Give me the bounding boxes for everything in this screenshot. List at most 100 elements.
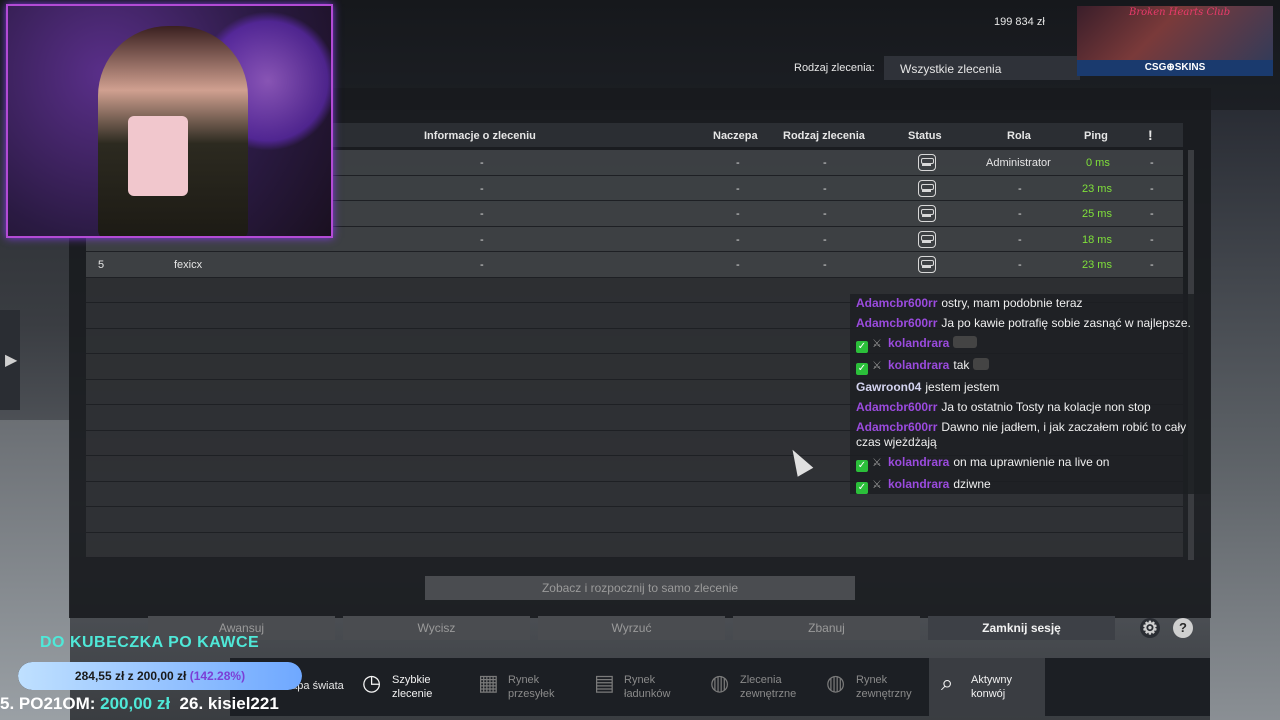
row-flag: - bbox=[1150, 182, 1154, 195]
sponsor-club-text: Broken Hearts Club bbox=[1129, 7, 1231, 18]
row-trailer: - bbox=[736, 182, 740, 195]
donation-current: 284,55 zł bbox=[74, 669, 125, 683]
emote-icon bbox=[972, 358, 989, 370]
row-info: - bbox=[480, 182, 484, 195]
sword-badge-icon: ⚔ bbox=[872, 457, 882, 469]
donation-progress-bar: 284,55 zł z 200,00 zł (142.28%) bbox=[18, 662, 302, 690]
chat-user: kolandrara bbox=[888, 358, 950, 372]
nav-active-convoy[interactable]: ⌕ Aktywny konwój bbox=[929, 658, 1045, 716]
chat-message: ✓ ⚔ kolandrara tak bbox=[856, 358, 1204, 375]
nav-freight-market[interactable]: ▦ Rynek przesyłek bbox=[466, 658, 582, 716]
row-info: - bbox=[480, 157, 484, 169]
money-balance: 199 834 zł bbox=[994, 16, 1045, 28]
row-ping: 23 ms bbox=[1082, 182, 1112, 195]
row-type: - bbox=[823, 233, 827, 246]
row-type: - bbox=[823, 157, 827, 169]
chat-user: Gawroon04 bbox=[856, 380, 922, 394]
row-num: 5 bbox=[98, 259, 105, 271]
col-alert: ! bbox=[1148, 127, 1153, 143]
row-trailer: - bbox=[736, 233, 740, 246]
col-order-type: Rodzaj zlecenia bbox=[783, 130, 865, 142]
row-ping: 23 ms bbox=[1082, 259, 1112, 271]
row-flag: - bbox=[1150, 259, 1154, 271]
scenery-right bbox=[1210, 80, 1280, 720]
nav-label: Szybkie zlecenie bbox=[392, 674, 433, 700]
check-badge-icon: ✓ bbox=[856, 341, 868, 353]
chat-message: Adamcbr600rr Ja to ostatnio Tosty na kola… bbox=[856, 400, 1204, 415]
row-type: - bbox=[823, 182, 827, 195]
nav-label: Aktywny konwój bbox=[971, 674, 1012, 700]
emote-icon bbox=[953, 336, 978, 348]
table-row[interactable]: 5 fexicx - - - - 23 ms - bbox=[86, 252, 1183, 278]
chat-user: kolandrara bbox=[888, 455, 950, 469]
row-role: Administrator bbox=[986, 157, 1051, 169]
truck-status-icon bbox=[918, 154, 936, 171]
order-type-select[interactable]: Wszystkie zlecenia bbox=[884, 56, 1080, 80]
chat-message: Adamcbr600rr Ja po kawie potrafię sobie z… bbox=[856, 316, 1204, 331]
kick-button[interactable]: Wyrzuć bbox=[538, 616, 725, 640]
truck-status-icon bbox=[918, 205, 936, 222]
side-expand-tab[interactable]: ▶ bbox=[0, 310, 20, 410]
row-role: - bbox=[1018, 208, 1022, 220]
row-flag: - bbox=[1150, 208, 1154, 220]
chat-user: kolandrara bbox=[888, 336, 950, 350]
donation-percent: (142.28%) bbox=[189, 669, 246, 683]
chat-message: ✓ ⚔ kolandrara dziwne bbox=[856, 477, 1204, 494]
mug bbox=[128, 116, 188, 196]
row-ping: 18 ms bbox=[1082, 233, 1112, 246]
row-type: - bbox=[823, 208, 827, 220]
chat-user: Adamcbr600rr bbox=[856, 420, 938, 434]
gear-icon[interactable]: ⚙ bbox=[1140, 618, 1160, 638]
col-info: Informacje o zleceniu bbox=[424, 130, 536, 142]
nav-external-orders[interactable]: ◍ Zlecenia zewnętrzne bbox=[698, 658, 814, 716]
mute-button[interactable]: Wycisz bbox=[343, 616, 530, 640]
row-info: - bbox=[480, 233, 484, 246]
chat-text: ostry, mam podobnie teraz bbox=[941, 296, 1083, 310]
col-role: Rola bbox=[1007, 130, 1031, 142]
ban-button[interactable]: Zbanuj bbox=[733, 616, 920, 640]
ticker-entry-1: 5. PO21OM: bbox=[0, 694, 101, 713]
globe-icon: ◍ bbox=[710, 670, 730, 695]
row-ping: 0 ms bbox=[1086, 157, 1110, 169]
row-info: - bbox=[480, 259, 484, 271]
chat-message: ✓ ⚔ kolandrara on ma uprawnienie na live on bbox=[856, 455, 1204, 472]
chat-message: Gawroon04 jestem jestem bbox=[856, 380, 1204, 395]
streamer-webcam bbox=[6, 4, 333, 238]
stream-chat: Adamcbr600rr ostry, mam podobnie teraz Ad… bbox=[850, 294, 1210, 494]
sponsor-banner: Broken Hearts Club CSG⊕SKINS bbox=[1077, 6, 1273, 76]
nav-external-market[interactable]: ◍ Rynek zewnętrzny bbox=[814, 658, 930, 716]
nav-quick-order[interactable]: ◷ Szybkie zlecenie bbox=[350, 658, 466, 716]
chat-message: Adamcbr600rr ostry, mam podobnie teraz bbox=[856, 296, 1204, 311]
view-same-order-button[interactable]: Zobacz i rozpocznij to samo zlecenie bbox=[425, 576, 855, 600]
chat-user: Adamcbr600rr bbox=[856, 296, 938, 310]
nav-label: Rynek ładunków bbox=[624, 674, 671, 700]
row-trailer: - bbox=[736, 259, 740, 271]
row-flag: - bbox=[1150, 157, 1154, 169]
crate-icon: ▤ bbox=[594, 670, 615, 695]
nav-label: Rynek przesyłek bbox=[508, 674, 555, 700]
row-flag: - bbox=[1150, 233, 1154, 246]
donation-goal-title: DO KUBECZKA PO KAWCE bbox=[40, 634, 260, 651]
chat-text: dziwne bbox=[953, 477, 991, 491]
donation-ticker: 5. PO21OM: 200,00 zł 26. kisiel221 bbox=[0, 694, 312, 718]
chat-message: Adamcbr600rr Dawno nie jadłem, i jak zacz… bbox=[856, 420, 1204, 450]
row-trailer: - bbox=[736, 157, 740, 169]
col-ping: Ping bbox=[1084, 130, 1108, 142]
close-session-button[interactable]: Zamknij sesję bbox=[928, 616, 1115, 640]
order-type-label: Rodzaj zlecenia: bbox=[794, 62, 875, 74]
donation-progress-text: 284,55 zł z 200,00 zł (142.28%) bbox=[18, 669, 302, 683]
row-role: - bbox=[1018, 182, 1022, 195]
row-role: - bbox=[1018, 233, 1022, 246]
boxes-icon: ▦ bbox=[478, 670, 499, 695]
help-icon[interactable]: ? bbox=[1173, 618, 1193, 638]
clock-icon: ◷ bbox=[362, 670, 382, 695]
empty-row bbox=[86, 507, 1183, 533]
sword-badge-icon: ⚔ bbox=[872, 360, 882, 372]
col-status: Status bbox=[908, 130, 942, 142]
nav-label: Rynek zewnętrzny bbox=[856, 674, 912, 700]
truck-status-icon bbox=[918, 256, 936, 273]
truck-status-icon bbox=[918, 230, 936, 248]
check-badge-icon: ✓ bbox=[856, 363, 868, 375]
nav-cargo-market[interactable]: ▤ Rynek ładunków bbox=[582, 658, 698, 716]
col-trailer: Naczepa bbox=[713, 130, 758, 142]
